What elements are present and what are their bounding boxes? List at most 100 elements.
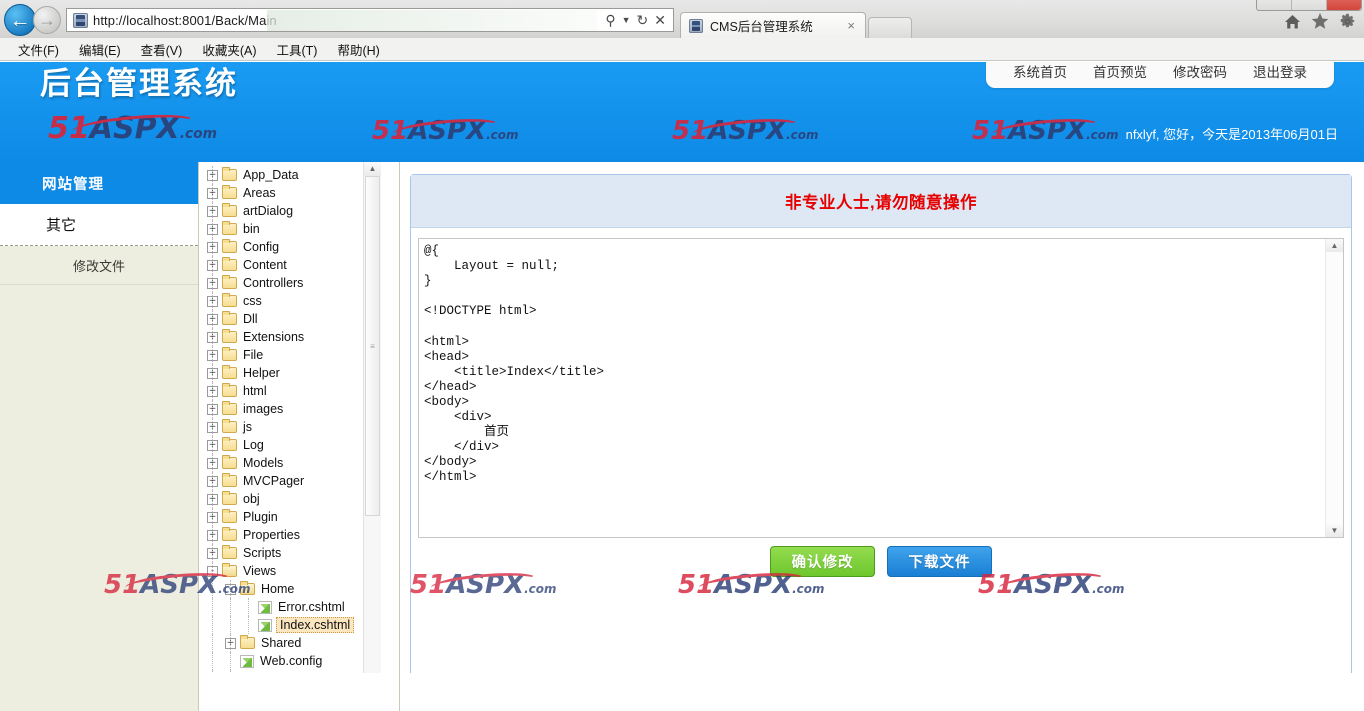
tree-node-label[interactable]: Dll	[241, 312, 260, 326]
tab-cms-admin[interactable]: CMS后台管理系统 ×	[680, 12, 866, 38]
tree-node-label[interactable]: images	[241, 402, 285, 416]
tree-folder-node[interactable]: + Properties	[199, 526, 382, 544]
tree-node-label[interactable]: Scripts	[241, 546, 283, 560]
home-icon[interactable]	[1284, 14, 1301, 30]
tree-folder-node[interactable]: + Log	[199, 436, 382, 454]
tree-folder-node[interactable]: + artDialog	[199, 202, 382, 220]
forward-arrow-icon[interactable]: →	[33, 6, 61, 34]
sidebar-group-other[interactable]: 其它	[0, 204, 198, 246]
tree-node-label[interactable]: Config	[241, 240, 281, 254]
scroll-thumb[interactable]: ≡	[365, 176, 380, 516]
search-icon[interactable]: ⚲	[603, 12, 617, 28]
tree-node-label[interactable]: Home	[259, 582, 296, 596]
tree-folder-node[interactable]: + Extensions	[199, 328, 382, 346]
maximize-button[interactable]	[1292, 0, 1327, 10]
tree-node-label[interactable]: MVCPager	[241, 474, 306, 488]
favorites-star-icon[interactable]	[1311, 13, 1329, 30]
menu-item-edit[interactable]: 编辑(E)	[69, 38, 131, 61]
tree-folder-node[interactable]: + Plugin	[199, 508, 382, 526]
tree-folder-node[interactable]: + css	[199, 292, 382, 310]
confirm-modify-button[interactable]: 确认修改	[770, 545, 875, 577]
menu-item-file[interactable]: 文件(F)	[8, 38, 69, 61]
nav-link-preview[interactable]: 首页预览	[1080, 62, 1160, 81]
tree-folder-node[interactable]: + Dll	[199, 310, 382, 328]
nav-link-home[interactable]: 系统首页	[1000, 62, 1080, 81]
tree-folder-node[interactable]: + App_Data	[199, 166, 382, 184]
code-editor[interactable]: @{ Layout = null; } <!DOCTYPE html> <htm…	[418, 238, 1344, 538]
tree-folder-node[interactable]: + obj	[199, 490, 382, 508]
dropdown-caret-icon[interactable]: ▼	[620, 15, 633, 26]
tree-node-label[interactable]: Plugin	[241, 510, 280, 524]
address-bar[interactable]: http://localhost:8001/Back/Main ⚲ ▼ ↻ ✕	[66, 8, 674, 32]
tree-folder-node[interactable]: + Config	[199, 238, 382, 256]
scroll-up-arrow-icon[interactable]: ▲	[364, 162, 381, 176]
stop-icon[interactable]: ✕	[652, 12, 668, 28]
tree-file-node[interactable]: Error.cshtml	[199, 598, 382, 616]
editor-scroll-down-arrow-icon[interactable]: ▼	[1326, 524, 1343, 537]
tree-folder-node[interactable]: + bin	[199, 220, 382, 238]
tree-node-label[interactable]: Shared	[259, 636, 303, 650]
tree-node-label[interactable]: File	[241, 348, 265, 362]
tree-folder-node[interactable]: + Models	[199, 454, 382, 472]
url-text[interactable]: http://localhost:8001/Back/Main	[93, 13, 603, 28]
menu-item-help[interactable]: 帮助(H)	[327, 38, 389, 61]
tree-file-node[interactable]: Web.config	[199, 652, 382, 670]
sidebar-item-modify-file[interactable]: 修改文件	[0, 246, 198, 285]
tree-node-label[interactable]: Models	[241, 456, 285, 470]
tree-node-label[interactable]: css	[241, 294, 264, 308]
settings-gear-icon[interactable]	[1339, 13, 1356, 30]
download-file-button[interactable]: 下载文件	[887, 545, 992, 577]
nav-link-logout[interactable]: 退出登录	[1240, 62, 1320, 81]
sidebar-group-site-management[interactable]: 网站管理	[0, 162, 198, 204]
tree-node-label[interactable]: Extensions	[241, 330, 306, 344]
tree-node-label[interactable]: App_Data	[241, 168, 301, 182]
tree-folder-node[interactable]: + Content	[199, 256, 382, 274]
tree-node-label[interactable]: js	[241, 420, 254, 434]
minimize-button[interactable]	[1257, 0, 1292, 10]
tree-folder-node[interactable]: + MVCPager	[199, 472, 382, 490]
tree-folder-node[interactable]: + File	[199, 346, 382, 364]
tree-node-label[interactable]: Error.cshtml	[276, 600, 347, 614]
tree-node-label[interactable]: Helper	[241, 366, 282, 380]
tree-node-label[interactable]: html	[241, 384, 269, 398]
tree-folder-node[interactable]: + Areas	[199, 184, 382, 202]
new-tab-button[interactable]	[868, 17, 912, 38]
tree-node-label[interactable]: Controllers	[241, 276, 305, 290]
tree-folder-node[interactable]: + Scripts	[199, 544, 382, 562]
tree-folder-node[interactable]: + Shared	[199, 634, 382, 652]
tree-folder-node[interactable]: - Views	[199, 562, 382, 580]
tab-close-icon[interactable]: ×	[845, 19, 857, 32]
tree-node-label[interactable]: Content	[241, 258, 289, 272]
editor-scroll-up-arrow-icon[interactable]: ▲	[1326, 239, 1343, 252]
window-controls[interactable]	[1256, 0, 1362, 11]
tree-node-label[interactable]: artDialog	[241, 204, 295, 218]
tree-folder-node[interactable]: + Controllers	[199, 274, 382, 292]
address-bar-buttons[interactable]: ⚲ ▼ ↻ ✕	[603, 12, 673, 28]
tree-folder-node[interactable]: + Helper	[199, 364, 382, 382]
refresh-icon[interactable]: ↻	[635, 12, 651, 28]
menu-item-view[interactable]: 查看(V)	[131, 38, 193, 61]
file-tree-vertical-scrollbar[interactable]: ▲ ≡ ▼	[363, 162, 381, 687]
tree-node-label[interactable]: obj	[241, 492, 262, 506]
tree-folder-node[interactable]: + html	[199, 382, 382, 400]
close-window-button[interactable]	[1327, 0, 1361, 10]
tree-node-label[interactable]: Views	[241, 564, 278, 578]
tree-file-node[interactable]: Index.cshtml	[199, 616, 382, 634]
code-editor-text[interactable]: @{ Layout = null; } <!DOCTYPE html> <htm…	[424, 244, 1325, 537]
tree-node-label[interactable]: bin	[241, 222, 262, 236]
tree-node-label[interactable]: Areas	[241, 186, 278, 200]
menu-item-favorites[interactable]: 收藏夹(A)	[192, 38, 266, 61]
tree-folder-node[interactable]: + images	[199, 400, 382, 418]
editor-vertical-scrollbar[interactable]: ▲ ▼	[1325, 239, 1343, 537]
tree-folder-node[interactable]: + js	[199, 418, 382, 436]
file-tree[interactable]: + App_Data + Areas + artDialog + bin + Config + Con…	[199, 162, 382, 687]
menu-item-tools[interactable]: 工具(T)	[266, 38, 327, 61]
tree-node-label[interactable]: Web.config	[258, 654, 324, 668]
nav-link-password[interactable]: 修改密码	[1160, 62, 1240, 81]
tree-node-label[interactable]: Index.cshtml	[276, 617, 355, 633]
tree-node-label[interactable]: Log	[241, 438, 266, 452]
application-window: ← → http://localhost:8001/Back/Main ⚲ ▼ …	[0, 0, 1364, 711]
tree-node-label[interactable]: Properties	[241, 528, 302, 542]
back-arrow-icon[interactable]: ←	[4, 4, 36, 36]
tree-folder-node[interactable]: - Home	[199, 580, 382, 598]
